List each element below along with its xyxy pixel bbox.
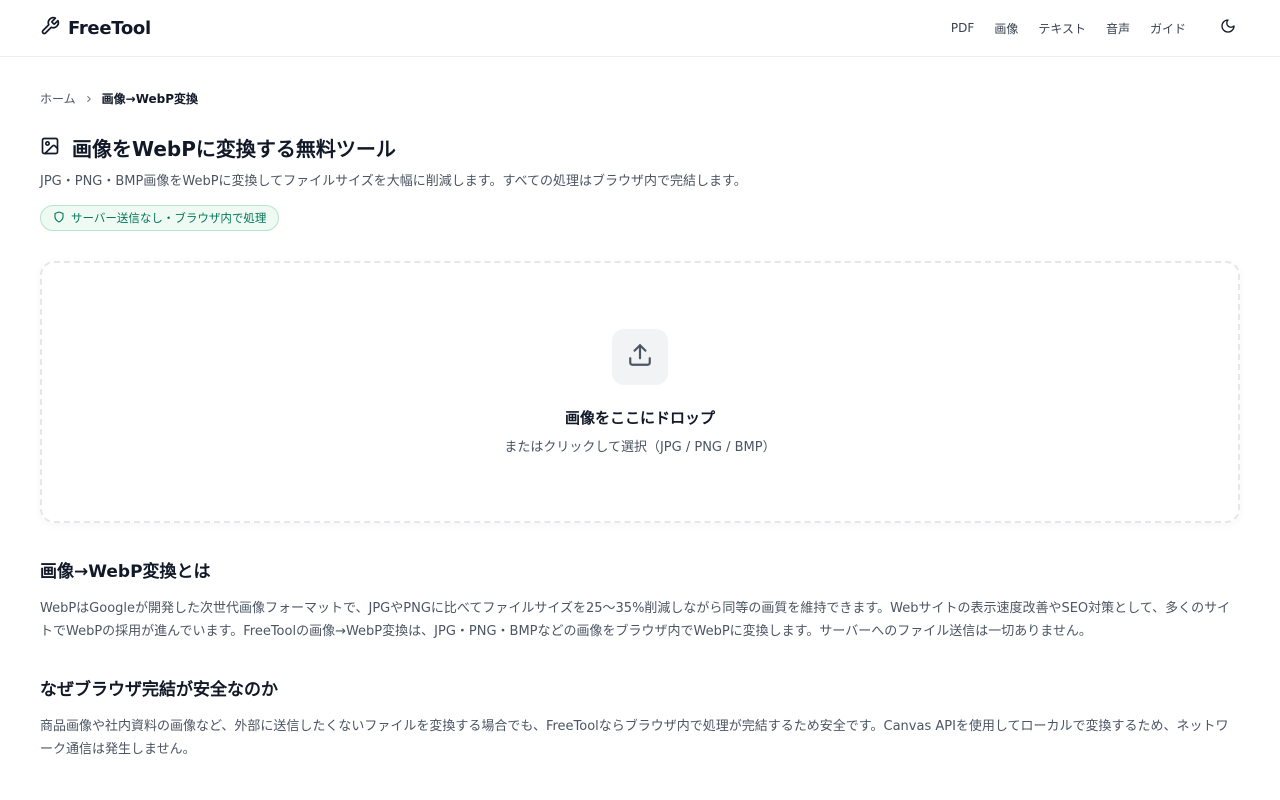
logo-text: FreeTool (68, 17, 151, 39)
moon-icon (1220, 18, 1236, 38)
logo-link[interactable]: FreeTool (40, 16, 151, 40)
image-icon (40, 136, 60, 160)
chevron-right-icon (84, 94, 94, 104)
nav-item-image[interactable]: 画像 (994, 20, 1018, 37)
wrench-icon (40, 16, 60, 40)
site-header: FreeTool PDF 画像 テキスト 音声 ガイド (0, 0, 1280, 57)
privacy-badge: サーバー送信なし・ブラウザ内で処理 (40, 205, 280, 231)
nav-item-guide[interactable]: ガイド (1150, 20, 1186, 37)
breadcrumb-home-link[interactable]: ホーム (40, 90, 76, 107)
page-subtitle: JPG・PNG・BMP画像をWebPに変換してファイルサイズを大幅に削減します。… (40, 174, 747, 189)
privacy-badge-label: サーバー送信なし・ブラウザ内で処理 (71, 211, 267, 225)
nav-item-text[interactable]: テキスト (1038, 20, 1086, 37)
theme-toggle-button[interactable] (1216, 16, 1240, 40)
nav-item-pdf[interactable]: PDF (951, 21, 974, 35)
main-content: ホーム 画像→WebP変換 画像をWebPに変換する無料ツール JPG・PNG・… (0, 90, 1280, 761)
section-heading: 画像→WebP変換とは (40, 562, 211, 582)
file-dropzone[interactable]: 画像をここにドロップ またはクリックして選択（JPG / PNG / BMP） (40, 261, 1240, 523)
breadcrumb-current: 画像→WebP変換 (101, 92, 199, 106)
upload-icon-container (612, 329, 668, 385)
dropzone-subtitle: またはクリックして選択（JPG / PNG / BMP） (504, 440, 776, 455)
main-nav: PDF 画像 テキスト 音声 ガイド (951, 16, 1240, 40)
section-body: 商品画像や社内資料の画像など、外部に送信したくないファイルを変換する場合でも、F… (40, 719, 1229, 757)
section-about: 画像→WebP変換とは WebPはGoogleが開発した次世代画像フォーマットで… (40, 557, 1240, 643)
shield-icon (53, 210, 65, 226)
section-safety: なぜブラウザ完結が安全なのか 商品画像や社内資料の画像など、外部に送信したくない… (40, 675, 1240, 761)
upload-icon (627, 342, 653, 372)
dropzone-title: 画像をここにドロップ (564, 409, 715, 427)
section-heading: なぜブラウザ完結が安全なのか (40, 680, 278, 700)
breadcrumb: ホーム 画像→WebP変換 (40, 90, 1240, 107)
nav-item-audio[interactable]: 音声 (1106, 20, 1130, 37)
title-row: 画像をWebPに変換する無料ツール (40, 133, 1240, 162)
section-body: WebPはGoogleが開発した次世代画像フォーマットで、JPGやPNGに比べて… (40, 601, 1231, 639)
page-title: 画像をWebPに変換する無料ツール (72, 137, 396, 161)
